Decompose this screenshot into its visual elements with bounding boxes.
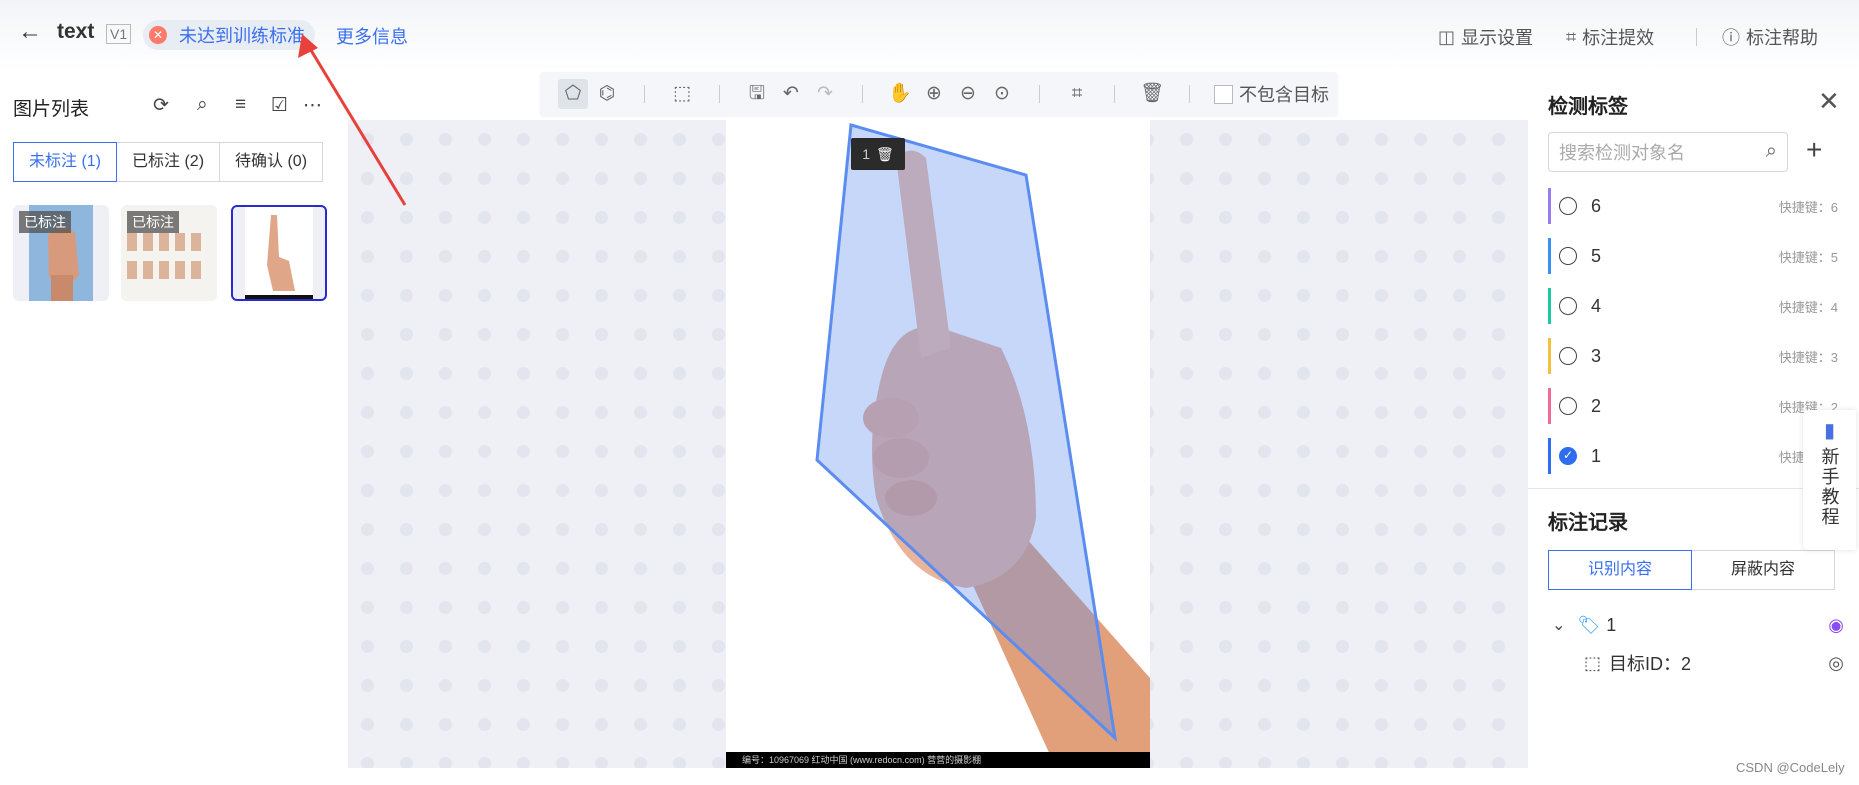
label-name: 6 xyxy=(1591,195,1602,216)
label-item-6[interactable]: 6 快捷键：6 xyxy=(1548,187,1838,225)
label-hotkey: 快捷键：3 xyxy=(1778,349,1838,365)
bounding-box-icon: ⬚ xyxy=(1584,652,1602,673)
tab-recognized-content[interactable]: 识别内容 xyxy=(1548,550,1692,590)
radio-icon[interactable] xyxy=(1559,197,1577,215)
label-item-1[interactable]: ✓1快捷键：1 xyxy=(1548,437,1838,475)
annotation-number: 1 xyxy=(862,146,870,162)
watermark: CSDN @CodeLely xyxy=(1736,760,1845,775)
label-item-2[interactable]: 2 快捷键：2 xyxy=(1548,387,1838,425)
search-icon[interactable]: ⌕ xyxy=(1766,140,1777,163)
label-color-bar xyxy=(1548,338,1551,374)
eye-icon[interactable]: ◎ xyxy=(1828,653,1844,674)
label-hotkey: 快捷键：6 xyxy=(1778,199,1838,215)
label-name: 5 xyxy=(1591,245,1602,266)
trash-icon[interactable]: 🗑 xyxy=(876,146,894,163)
chevron-down-icon[interactable]: ⌄ xyxy=(1552,615,1565,635)
detection-labels-title: 检测标签 xyxy=(1548,96,1628,118)
radio-icon[interactable] xyxy=(1559,247,1577,265)
label-name: 4 xyxy=(1591,295,1602,316)
add-label-button[interactable]: + xyxy=(1806,134,1822,166)
label-name: 3 xyxy=(1591,345,1602,366)
label-search[interactable]: ⌕ xyxy=(1548,132,1788,173)
record-group-label: 1 xyxy=(1606,614,1617,635)
label-item-4[interactable]: 4 快捷键：4 xyxy=(1548,287,1838,325)
radio-icon[interactable] xyxy=(1559,297,1577,315)
radio-icon[interactable] xyxy=(1559,397,1577,415)
tag-icon: 🏷 xyxy=(1577,614,1601,635)
record-item-row[interactable]: ⬚ 目标ID：2 ◎ xyxy=(1584,648,1852,678)
polygon-annotation[interactable] xyxy=(815,123,1118,743)
label-color-bar xyxy=(1548,238,1551,274)
label-hotkey: 快捷键：5 xyxy=(1778,249,1838,265)
label-color-bar xyxy=(1548,288,1551,324)
label-name: 1 xyxy=(1591,445,1602,466)
label-hotkey: 快捷键：4 xyxy=(1778,299,1838,315)
label-color-bar xyxy=(1548,188,1551,224)
label-color-bar xyxy=(1548,438,1551,474)
tutorial-button[interactable]: ▮ 新手教程 xyxy=(1803,410,1856,550)
label-item-5[interactable]: 5 快捷键：5 xyxy=(1548,237,1838,275)
radio-icon[interactable] xyxy=(1559,347,1577,365)
record-tabs: 识别内容 屏蔽内容 xyxy=(1548,550,1835,590)
checked-radio-icon[interactable]: ✓ xyxy=(1559,447,1577,465)
eye-icon[interactable]: ◉ xyxy=(1828,615,1844,636)
record-group-row[interactable]: ⌄ 🏷 1 ◉ xyxy=(1552,610,1852,640)
record-item-label: 目标ID：2 xyxy=(1609,654,1692,674)
annotation-label-tag[interactable]: 1 🗑 xyxy=(851,138,905,170)
tutorial-label: 新手教程 xyxy=(1819,447,1840,527)
label-color-bar xyxy=(1548,388,1551,424)
label-name: 2 xyxy=(1591,395,1602,416)
tab-masked-content[interactable]: 屏蔽内容 xyxy=(1692,550,1835,590)
annotation-records-title: 标注记录 xyxy=(1548,512,1628,534)
label-search-input[interactable] xyxy=(1549,133,1751,173)
close-icon[interactable]: ✕ xyxy=(1818,86,1840,117)
label-item-3[interactable]: 3 快捷键：3 xyxy=(1548,337,1838,375)
book-icon: ▮ xyxy=(1823,420,1835,442)
